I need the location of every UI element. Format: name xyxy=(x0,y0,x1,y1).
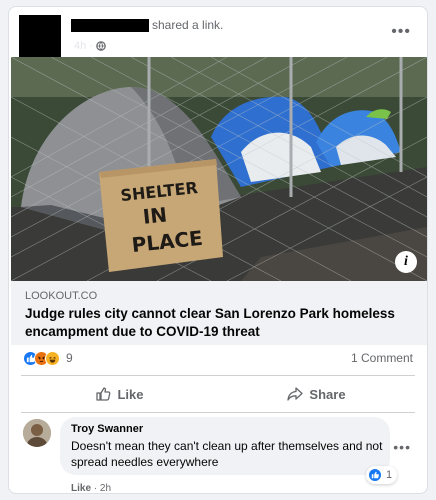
haha-reaction-icon xyxy=(45,350,60,366)
reaction-count[interactable]: 9 xyxy=(66,351,73,365)
post-time[interactable]: 4h xyxy=(74,40,86,52)
comment-time[interactable]: 2h xyxy=(100,483,111,494)
comment-meta: Like · 2h xyxy=(71,483,111,494)
comment-count[interactable]: 1 Comment xyxy=(351,351,413,365)
shared-link-text: shared a link. xyxy=(152,18,224,32)
post-actions: Like Share xyxy=(21,379,415,409)
author-name-redacted[interactable] xyxy=(71,19,149,32)
comment-bubble: Troy Swanner Doesn't mean they can't cle… xyxy=(60,417,390,475)
comment-author[interactable]: Troy Swanner xyxy=(71,423,143,435)
globe-icon xyxy=(96,41,106,51)
link-title[interactable]: Judge rules city cannot clear San Lorenz… xyxy=(25,305,417,341)
divider xyxy=(21,375,415,376)
meta-separator: · xyxy=(89,40,93,52)
comment-reaction-badge[interactable]: 1 xyxy=(366,466,398,484)
author-avatar-redacted[interactable] xyxy=(19,15,61,59)
like-reaction-icon xyxy=(368,468,382,482)
sign-line-3: PLACE xyxy=(131,226,204,257)
comment-text: Doesn't mean they can't clean up after t… xyxy=(71,439,383,469)
link-preview-image[interactable]: SHELTER IN PLACE i xyxy=(11,57,427,281)
post-header: shared a link. 4h · ••• xyxy=(19,15,417,59)
share-label: Share xyxy=(309,386,346,402)
info-icon[interactable]: i xyxy=(395,251,417,273)
comment-reaction-count: 1 xyxy=(386,469,393,481)
like-label: Like xyxy=(117,386,144,402)
ellipsis-icon[interactable]: ••• xyxy=(391,24,411,40)
comment-ellipsis-icon[interactable]: ••• xyxy=(393,439,411,455)
comment-like-link[interactable]: Like xyxy=(71,483,91,494)
sign-text-layer: SHELTER IN PLACE xyxy=(120,178,204,257)
commenter-avatar[interactable] xyxy=(23,419,51,447)
sign-line-2: IN xyxy=(142,202,169,228)
post-meta: 4h · xyxy=(74,40,106,52)
share-button[interactable]: Share xyxy=(218,379,415,409)
link-domain: LOOKOUT.CO xyxy=(25,290,98,302)
share-icon xyxy=(287,387,304,401)
sign-line-1: SHELTER xyxy=(120,178,199,205)
reaction-summary[interactable]: 9 xyxy=(23,349,73,367)
divider xyxy=(21,412,415,413)
link-preview-caption[interactable]: LOOKOUT.CO Judge rules city cannot clear… xyxy=(11,281,427,345)
comment-meta-separator: · xyxy=(93,483,98,494)
thumbs-up-icon xyxy=(96,387,111,401)
post-card: shared a link. 4h · ••• SHELTER IN PLACE… xyxy=(8,6,428,494)
like-button[interactable]: Like xyxy=(21,379,218,409)
